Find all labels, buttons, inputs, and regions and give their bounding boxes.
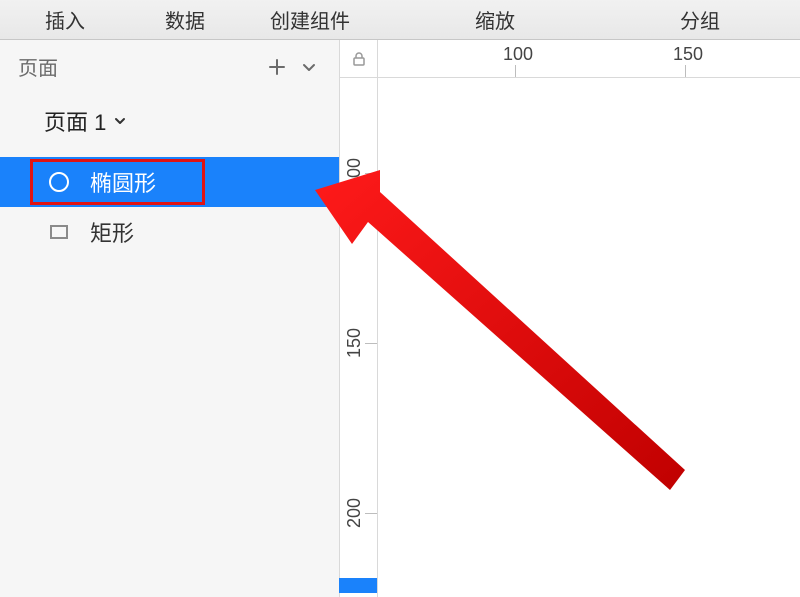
sidebar-header: 页面 (0, 40, 339, 91)
plus-icon (267, 57, 287, 77)
ruler-v-tick-line (365, 513, 377, 514)
ruler-h-tick-line (685, 65, 686, 77)
layer-item-rectangle[interactable]: 矩形 (0, 207, 339, 257)
page-row[interactable]: 页面 1 (0, 91, 339, 151)
menubar: 插入 数据 创建组件 缩放 分组 (0, 0, 800, 40)
menu-data[interactable]: 数据 (155, 5, 215, 34)
ruler-v-tick: 200 (344, 498, 365, 528)
sidebar-title: 页面 (18, 52, 58, 81)
ruler-corner[interactable] (340, 40, 378, 78)
menu-zoom[interactable]: 缩放 (465, 5, 525, 34)
menu-insert[interactable]: 插入 (35, 5, 95, 34)
layer-label: 椭圆形 (90, 166, 156, 198)
ruler-h-tick: 100 (503, 44, 533, 65)
chevron-down-icon (112, 113, 128, 129)
layer-item-ellipse[interactable]: 椭圆形 (0, 157, 339, 207)
layer-label: 矩形 (90, 216, 134, 248)
menu-create-component[interactable]: 创建组件 (260, 5, 360, 34)
chevron-down-icon (299, 57, 319, 77)
main-area: 页面 页面 1 (0, 40, 800, 597)
ruler-selection-marker (339, 578, 377, 593)
page-name-label: 页面 1 (44, 105, 106, 137)
layer-list: 椭圆形 矩形 (0, 157, 339, 257)
menu-group[interactable]: 分组 (670, 5, 730, 34)
ruler-vertical[interactable]: 100 150 200 (340, 78, 378, 597)
rectangle-icon (48, 221, 70, 243)
canvas-area: 100 150 100 150 200 (340, 40, 800, 597)
ruler-horizontal[interactable]: 100 150 (378, 40, 800, 78)
ruler-h-tick-line (515, 65, 516, 77)
ruler-v-tick: 150 (344, 328, 365, 358)
add-page-button[interactable] (263, 53, 291, 81)
ruler-v-tick: 100 (344, 158, 365, 188)
lock-icon (351, 51, 367, 67)
ruler-h-tick: 150 (673, 44, 703, 65)
ruler-v-tick-line (365, 173, 377, 174)
sidebar: 页面 页面 1 (0, 40, 340, 597)
ellipse-icon (48, 171, 70, 193)
page-dropdown-button[interactable] (295, 53, 323, 81)
canvas[interactable] (378, 78, 800, 597)
ruler-v-tick-line (365, 343, 377, 344)
